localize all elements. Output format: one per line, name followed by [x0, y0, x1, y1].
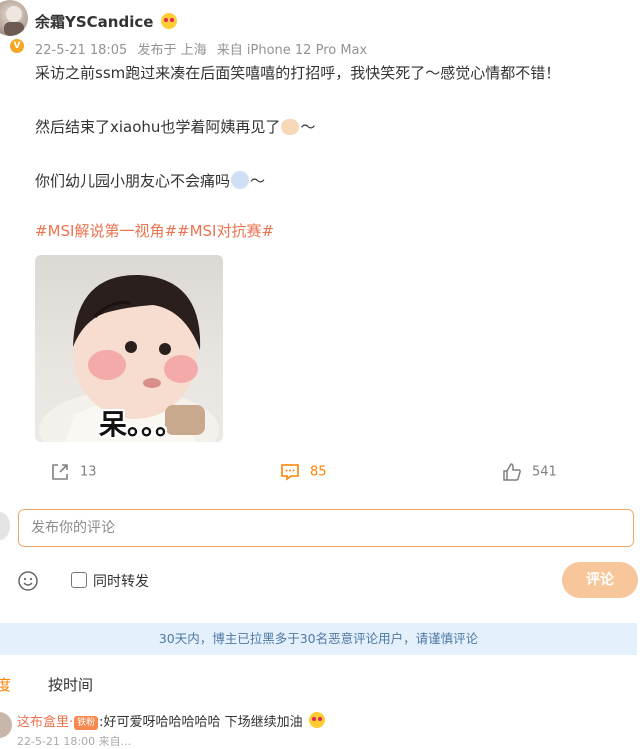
current-user-avatar [0, 512, 10, 540]
sort-tab-time[interactable]: 按时间 [48, 674, 93, 695]
submit-comment-button[interactable]: 评论 [562, 562, 638, 598]
post-topics-link[interactable]: #MSI解说第一视角##MSI对抗赛# [35, 220, 274, 241]
commenter-avatar[interactable] [0, 712, 12, 738]
post-text-line-3: 你们幼儿园小朋友心不会痛吗 ～ [35, 170, 265, 191]
post-image[interactable]: 呆。。。 [35, 255, 223, 442]
cheer-emoji-icon [308, 712, 325, 728]
like-button[interactable]: 541 [502, 462, 557, 482]
comment-text: :好可爱呀哈哈哈哈哈 下场继续加油 [99, 715, 303, 730]
fan-badge: 铁粉 [74, 716, 99, 730]
smiley-icon [18, 571, 38, 591]
image-caption: 呆。。。 [99, 408, 184, 441]
commenter-name[interactable]: 这布盒里· [17, 715, 73, 730]
post-device: 来自 iPhone 12 Pro Max [216, 43, 368, 58]
love-face-icon [160, 13, 177, 29]
comment-button[interactable]: 85 [280, 462, 327, 482]
author-avatar[interactable] [0, 0, 28, 36]
comment-count: 85 [310, 464, 327, 480]
post-text-line-2-text: 然后结束了xiaohu也学着阿姨再见了 [35, 118, 281, 136]
repost-checkbox[interactable] [71, 572, 87, 588]
share-icon [52, 464, 68, 480]
emoji-picker-button[interactable] [17, 570, 39, 596]
comment-icon [281, 464, 299, 481]
post-location: 发布于 上海 [137, 43, 207, 58]
comment-item: 这布盒里· 铁粉:好可爱呀哈哈哈哈哈 下场继续加油 [17, 711, 325, 730]
verified-badge-icon: V [8, 37, 26, 55]
post-text-line-1: 采访之前ssm跑过来凑在后面笑嘻嘻的打招呼，我快笑死了～感觉心情都不错！ [35, 64, 561, 82]
post-meta: 22-5-21 18:05 发布于 上海 来自 iPhone 12 Pro Ma… [35, 39, 373, 58]
moderation-notice: 30天内，博主已拉黑多于30名恶意评论用户，请谨慎评论 [0, 623, 637, 655]
comment-meta: 22-5-21 18:00 来自... [17, 735, 132, 748]
repost-count: 13 [80, 464, 97, 480]
post-text-line-2-tail: ～ [300, 118, 316, 136]
scared-face-emoji-icon [231, 171, 250, 189]
repost-button[interactable]: 13 [50, 462, 97, 482]
thumbs-up-icon [503, 463, 521, 481]
sort-tab-hot[interactable]: 度 [0, 674, 11, 695]
author-name-text[interactable]: 余霜YSCandice [35, 13, 153, 31]
post-date[interactable]: 22-5-21 18:05 [35, 43, 127, 58]
post-text-line-3-text: 你们幼儿园小朋友心不会痛吗 [35, 172, 231, 190]
post-text-line-3-tail: ～ [250, 172, 266, 190]
post-text-line-2: 然后结束了xiaohu也学着阿姨再见了 ～ [35, 116, 315, 137]
repost-checkbox-label[interactable]: 同时转发 [93, 571, 149, 591]
like-count: 541 [532, 464, 557, 480]
wave-hand-emoji-icon [281, 119, 300, 135]
author-name[interactable]: 余霜YSCandice [35, 11, 177, 32]
comment-input[interactable] [18, 509, 634, 547]
